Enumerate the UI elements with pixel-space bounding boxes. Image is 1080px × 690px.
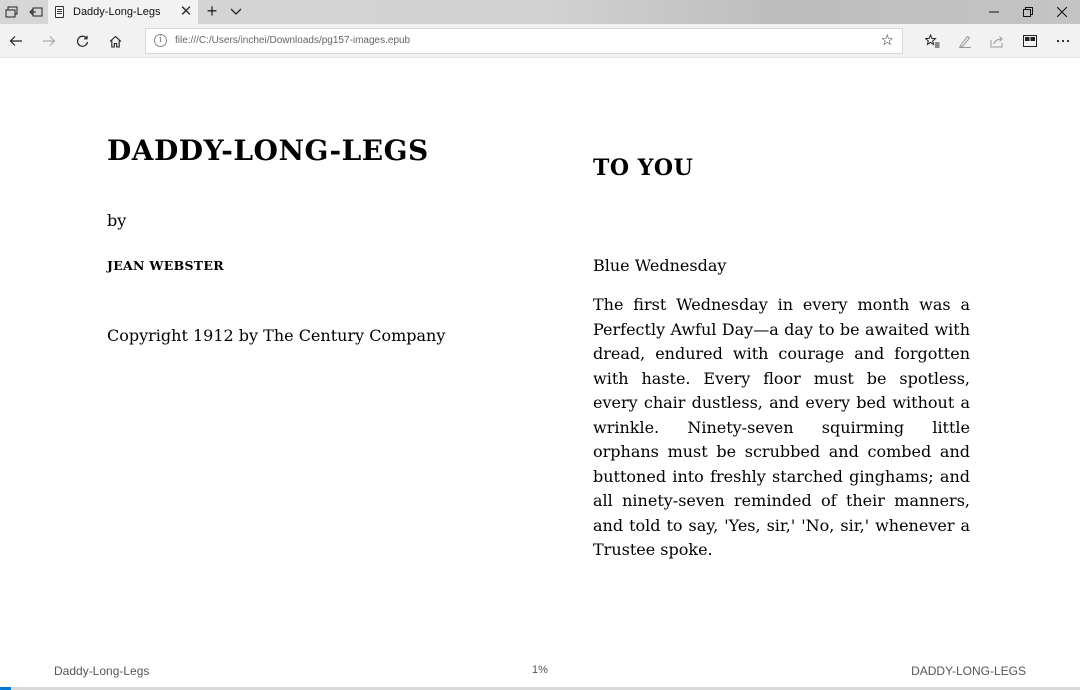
refresh-icon[interactable] — [68, 28, 96, 54]
book-title: DADDY-LONG-LEGS — [107, 134, 429, 167]
tab-title: Daddy-Long-Legs — [73, 6, 161, 18]
favorites-icon[interactable] — [918, 28, 946, 54]
chapter-title: Blue Wednesday — [593, 256, 727, 275]
tab-active[interactable]: Daddy-Long-Legs ✕ — [48, 0, 198, 24]
forward-icon[interactable] — [35, 28, 63, 54]
address-url[interactable]: file:///C:/Users/inchei/Downloads/pg157-… — [175, 29, 410, 53]
epub-reader[interactable]: DADDY-LONG-LEGS by JEAN WEBSTER Copyrigh… — [0, 59, 1080, 690]
close-icon[interactable]: ✕ — [178, 3, 194, 21]
share-icon[interactable] — [983, 28, 1011, 54]
byline: by — [107, 211, 127, 230]
chapter-paragraph: The first Wednesday in every month was a… — [593, 295, 970, 559]
chevron-down-icon[interactable] — [226, 0, 246, 24]
dedication-heading: TO YOU — [593, 155, 694, 181]
back-icon[interactable] — [2, 28, 30, 54]
info-icon[interactable]: i — [154, 34, 167, 47]
home-icon[interactable] — [101, 28, 129, 54]
page-icon — [55, 6, 64, 18]
star-icon[interactable]: ☆ — [881, 31, 894, 51]
more-icon[interactable] — [1049, 28, 1077, 54]
address-bar[interactable]: i file:///C:/Users/inchei/Downloads/pg15… — [145, 28, 903, 54]
author-name: JEAN WEBSTER — [107, 258, 224, 273]
navigation-bar: i file:///C:/Users/inchei/Downloads/pg15… — [0, 24, 1080, 58]
copyright-notice: Copyright 1912 by The Century Company — [107, 326, 446, 345]
pen-icon[interactable] — [951, 28, 979, 54]
restore-tabs-icon[interactable] — [24, 0, 48, 24]
set-aside-tabs-icon[interactable] — [0, 0, 24, 24]
maximize-icon[interactable] — [1010, 0, 1046, 24]
plus-icon[interactable]: + — [202, 0, 222, 24]
minimize-icon[interactable] — [976, 0, 1012, 24]
footer-chapter-title: DADDY-LONG-LEGS — [911, 664, 1026, 678]
title-bar: Daddy-Long-Legs ✕ + — [0, 0, 1080, 24]
close-icon[interactable] — [1044, 0, 1080, 24]
reading-view-icon[interactable] — [1016, 28, 1044, 54]
